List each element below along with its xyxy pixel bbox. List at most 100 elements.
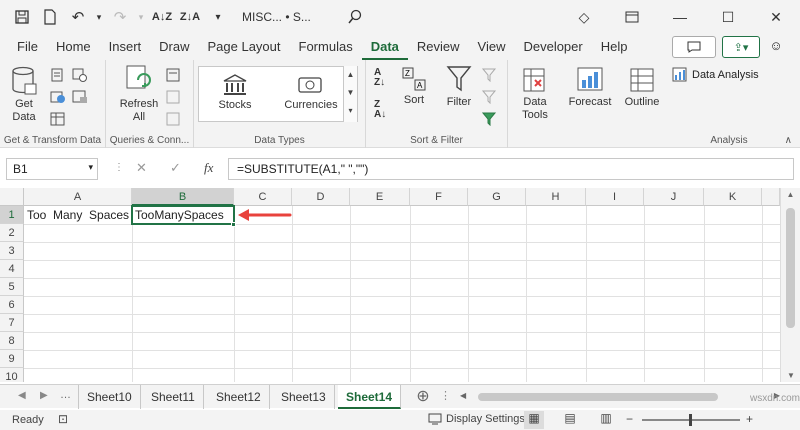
redo-dropdown-icon[interactable]: ▾ [134, 0, 148, 34]
column-header-j[interactable]: J [644, 188, 704, 206]
scroll-thumb[interactable] [786, 208, 795, 328]
reapply-filter-icon[interactable] [482, 90, 498, 104]
row-header-4[interactable]: 4 [0, 260, 24, 278]
zoom-slider-thumb[interactable] [689, 414, 692, 426]
column-header-f[interactable]: F [410, 188, 468, 206]
formula-bar-more-icon[interactable]: ⋮ [114, 162, 124, 173]
column-header-c[interactable]: C [234, 188, 292, 206]
cancel-entry-icon[interactable]: ✕ [136, 160, 147, 176]
row-header-8[interactable]: 8 [0, 332, 24, 350]
sheet-tab-sheet12[interactable]: Sheet12 [208, 385, 270, 409]
enter-entry-icon[interactable]: ✓ [170, 160, 181, 176]
scroll-down-icon[interactable]: ▼ [781, 371, 800, 380]
name-box-dropdown-icon[interactable]: ▾ [88, 162, 93, 173]
column-header-k[interactable]: K [704, 188, 762, 206]
filter-button[interactable]: Filter [442, 64, 476, 108]
page-break-view-button[interactable]: ▥ [596, 411, 616, 429]
scroll-left-icon[interactable]: ◀ [460, 391, 466, 400]
horizontal-scrollbar[interactable]: ◀ ▶ [460, 391, 780, 403]
undo-icon[interactable]: ↶ [64, 0, 92, 34]
share-button[interactable]: ⇪▾ [722, 36, 760, 58]
edit-links-icon[interactable] [166, 112, 182, 126]
save-icon[interactable] [8, 0, 36, 34]
from-web-icon[interactable] [50, 90, 66, 104]
from-text-icon[interactable] [50, 68, 66, 82]
menu-draw[interactable]: Draw [150, 34, 198, 60]
column-header-a[interactable]: A [24, 188, 132, 206]
minimize-icon[interactable]: — [656, 0, 704, 34]
fill-handle[interactable] [231, 222, 236, 227]
column-header-b[interactable]: B [132, 188, 234, 206]
tabs-options-icon[interactable]: ⋮ [440, 389, 451, 402]
row-header-9[interactable]: 9 [0, 350, 24, 368]
smiley-feedback-icon[interactable]: ☺ [766, 38, 786, 56]
menu-view[interactable]: View [469, 34, 515, 60]
premium-diamond-icon[interactable]: ◇ [560, 0, 608, 34]
collapse-ribbon-icon[interactable]: ∧ [785, 135, 792, 146]
sort-a-z-button[interactable]: A Z↓ [374, 68, 396, 90]
refresh-all-button[interactable]: Refresh All [116, 64, 162, 124]
row-header-10[interactable]: 10 [0, 368, 24, 382]
zoom-slider[interactable] [642, 414, 740, 426]
insert-function-icon[interactable]: fx [204, 160, 213, 176]
formula-input[interactable]: =SUBSTITUTE(A1," ","") [228, 158, 794, 180]
get-data-button[interactable]: Get Data [6, 66, 42, 124]
horizontal-scroll-thumb[interactable] [478, 393, 718, 401]
menu-page-layout[interactable]: Page Layout [199, 34, 290, 60]
data-tools-button[interactable]: Data Tools [512, 66, 558, 122]
queries-connections-icon[interactable] [166, 68, 182, 82]
data-types-scroll[interactable]: ▲ ▼ ▾ [343, 66, 357, 122]
sort-descending-icon[interactable]: Z↓A [176, 0, 204, 34]
clear-filter-icon[interactable] [482, 68, 498, 82]
select-all-corner[interactable] [0, 188, 24, 206]
stocks-button[interactable]: Stocks [205, 73, 265, 111]
page-layout-view-button[interactable]: ▤ [560, 411, 580, 429]
row-header-3[interactable]: 3 [0, 242, 24, 260]
existing-connections-icon[interactable] [72, 90, 88, 104]
currencies-button[interactable]: Currencies [277, 73, 345, 111]
ribbon-display-icon[interactable] [608, 0, 656, 34]
menu-formulas[interactable]: Formulas [290, 34, 362, 60]
sheet-tab-sheet14[interactable]: Sheet14 [338, 385, 402, 409]
column-header-i[interactable]: I [586, 188, 644, 206]
column-header-h[interactable]: H [526, 188, 586, 206]
zoom-in-icon[interactable]: + [746, 412, 753, 426]
next-sheet-icon[interactable]: ▶ [40, 390, 48, 401]
redo-icon[interactable]: ↷ [106, 0, 134, 34]
sort-button[interactable]: ZA Sort [398, 66, 430, 106]
worksheet-grid[interactable]: A B C D E F G H I J K 1 2 3 4 5 6 7 8 9 … [0, 188, 800, 382]
forecast-button[interactable]: Forecast [566, 66, 614, 108]
column-header-e[interactable]: E [350, 188, 410, 206]
customize-toolbar-icon[interactable]: ▾ [204, 0, 232, 34]
sheet-tab-sheet10[interactable]: Sheet10 [78, 385, 141, 409]
new-file-icon[interactable] [36, 0, 64, 34]
row-header-6[interactable]: 6 [0, 296, 24, 314]
menu-home[interactable]: Home [47, 34, 100, 60]
comments-button[interactable] [672, 36, 716, 58]
maximize-icon[interactable]: ☐ [704, 0, 752, 34]
accessibility-icon[interactable]: ⊡ [58, 412, 68, 426]
row-header-5[interactable]: 5 [0, 278, 24, 296]
menu-developer[interactable]: Developer [514, 34, 591, 60]
row-header-7[interactable]: 7 [0, 314, 24, 332]
display-settings-button[interactable]: Display Settings [428, 413, 525, 425]
sort-z-a-button[interactable]: Z A↓ [374, 100, 396, 122]
properties-icon[interactable] [166, 90, 182, 104]
name-box[interactable]: B1 ▾ [6, 158, 98, 180]
normal-view-button[interactable]: ▦ [524, 411, 544, 429]
column-header-g[interactable]: G [468, 188, 526, 206]
sheet-tab-sheet13[interactable]: Sheet13 [273, 385, 335, 409]
menu-review[interactable]: Review [408, 34, 469, 60]
prev-sheet-icon[interactable]: ◀ [18, 390, 26, 401]
row-header-2[interactable]: 2 [0, 224, 24, 242]
sort-ascending-icon[interactable]: A↓Z [148, 0, 176, 34]
data-analysis-button[interactable]: Data Analysis [672, 66, 794, 84]
zoom-out-icon[interactable]: − [626, 412, 633, 426]
search-icon[interactable] [341, 0, 369, 34]
scroll-up-icon[interactable]: ▲ [781, 190, 800, 199]
column-header-d[interactable]: D [292, 188, 350, 206]
menu-data[interactable]: Data [361, 34, 408, 60]
from-table-icon[interactable] [50, 112, 66, 126]
menu-help[interactable]: Help [592, 34, 637, 60]
recent-sources-icon[interactable] [72, 68, 88, 82]
